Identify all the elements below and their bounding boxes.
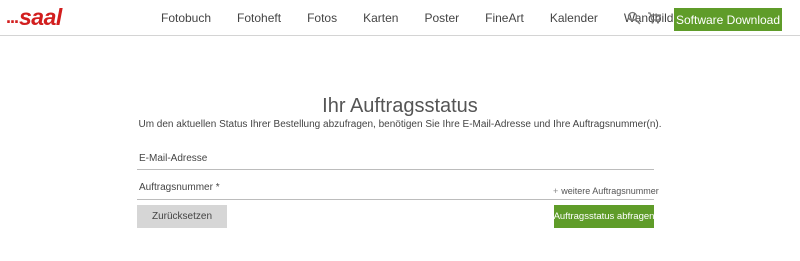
software-download-button[interactable]: Software Download (674, 8, 782, 31)
logo-dots: ... (6, 7, 19, 27)
add-order-number-link[interactable]: + weitere Auftragsnummer (553, 186, 659, 196)
plus-icon: + (553, 186, 559, 196)
nav-item-poster[interactable]: Poster (424, 11, 459, 25)
order-number-underline (137, 199, 654, 200)
email-field-underline (137, 169, 654, 170)
query-status-button[interactable]: Auftragsstatus abfragen (554, 205, 654, 228)
nav-item-karten[interactable]: Karten (363, 11, 398, 25)
logo-text: saal (19, 4, 62, 30)
nav-item-fotoheft[interactable]: Fotoheft (237, 11, 281, 25)
reset-button[interactable]: Zurücksetzen (137, 205, 227, 228)
page-subtitle: Um den aktuellen Status Ihrer Bestellung… (138, 119, 662, 130)
nav-item-fineart[interactable]: FineArt (485, 11, 524, 25)
search-icon[interactable] (627, 11, 643, 27)
page-title: Ihr Auftragsstatus (322, 95, 478, 117)
nav-item-kalender[interactable]: Kalender (550, 11, 598, 25)
saal-logo[interactable]: ... saal (6, 4, 62, 30)
email-field[interactable] (137, 151, 654, 169)
add-order-number-label: weitere Auftragsnummer (561, 186, 659, 196)
cart-icon[interactable] (647, 11, 663, 27)
nav-item-fotobuch[interactable]: Fotobuch (161, 11, 211, 25)
main-nav: Fotobuch Fotoheft Fotos Karten Poster Fi… (148, 0, 697, 36)
site-header: ... saal Fotobuch Fotoheft Fotos Karten … (0, 0, 800, 36)
nav-item-fotos[interactable]: Fotos (307, 11, 337, 25)
